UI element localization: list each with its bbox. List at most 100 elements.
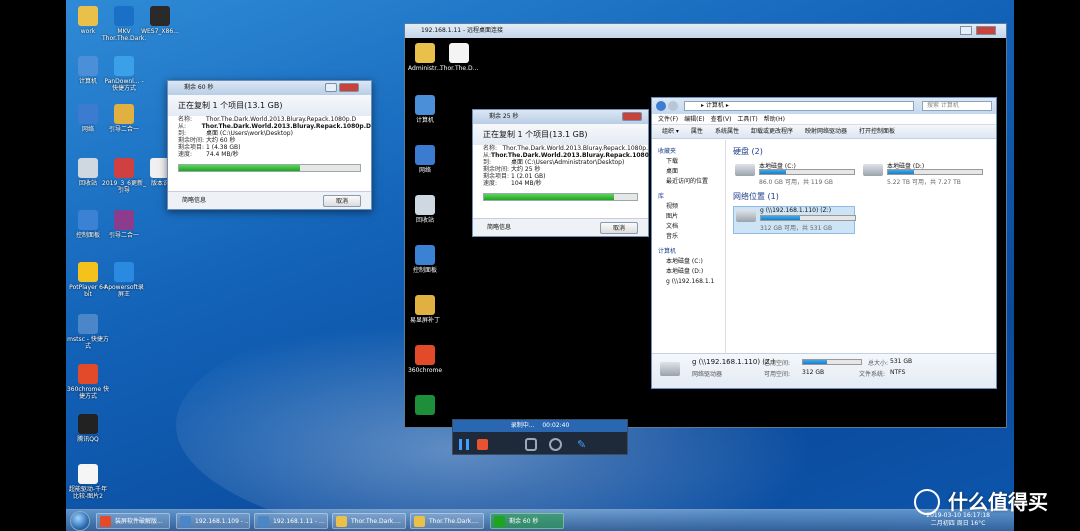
remote-desktop-icon[interactable]: Administr... [406,43,444,72]
nav-item[interactable]: 本地磁盘 (C:) [652,257,725,267]
nav-group[interactable]: 计算机 [652,247,725,257]
remote-title: 192.168.1.11 - 远程桌面连接 [421,27,504,34]
drive-item[interactable]: 本地磁盘 (D:) 5.22 TB 可用，共 7.27 TB [861,161,983,189]
desktop-icon-image [78,6,98,26]
nav-item[interactable]: 文档 [652,222,725,232]
desktop-icon-image [78,210,98,230]
screen-recorder-toolbar[interactable]: 录制中... 00:02:40 ✎ [452,419,628,455]
remote-copy-dialog[interactable]: 剩余 25 秒 正在复制 1 个项目(13.1 GB) 名称: Thor.The.… [472,109,655,237]
address-input[interactable]: ▸ 计算机 ▸ [684,101,914,111]
desktop-icon[interactable]: Apowersoft录屏王 [102,262,146,298]
desktop-icon[interactable]: 360chrome 快捷方式 [66,364,110,400]
taskbar-task[interactable]: Thor.The.Dark.... [410,513,484,529]
menu-item[interactable]: 工具(T) [737,116,757,123]
forward-icon[interactable] [668,101,678,111]
command-button[interactable]: 卸载或更改程序 [751,128,793,135]
command-button[interactable]: 系统属性 [715,128,739,135]
remote-cancel-button[interactable]: 取消 [600,222,638,234]
remote-desktop-area: Administr... Thor.The.D... 计算机 网络 回收站 控制面板 易显屏… [406,39,1005,426]
nav-item[interactable]: 下载 [652,157,725,167]
nav-item[interactable]: 本地磁盘 (D:) [652,267,725,277]
drive-item[interactable]: 本地磁盘 (C:) 86.0 GB 可用，共 119 GB [733,161,855,189]
local-copy-dialog[interactable]: 剩余 60 秒 正在复制 1 个项目(13.1 GB) 名称: Thor.The.… [167,80,372,210]
close-button[interactable] [339,83,359,92]
desktop-icon[interactable]: 腾讯QQ [66,414,110,443]
remote-close-button[interactable] [976,26,996,35]
remote-desktop-icon[interactable]: 计算机 [406,95,444,124]
desktop-icon[interactable]: 超能驱动-千年比较-图片2 [66,464,110,500]
taskbar-task[interactable]: Thor.The.Dark.... [332,513,406,529]
network-drive-item[interactable]: g (\\192.168.1.110) (Z:) 312 GB 可用，共 531… [733,206,856,234]
taskbar-task[interactable]: 剩余 60 秒 [490,513,564,529]
details-fs-label: 文件系统: [859,371,886,378]
menu-item[interactable]: 帮助(H) [764,116,785,123]
command-button[interactable]: 属性 [691,128,703,135]
desktop-icon[interactable]: PanDownl... - 快捷方式 [102,56,146,92]
brush-icon[interactable] [525,438,537,451]
remote-desktop-icon[interactable]: 360chrome [406,345,444,374]
nav-item[interactable]: 音乐 [652,232,725,242]
remote-desktop-icon[interactable]: 回收站 [406,195,444,224]
nav-item[interactable]: g (\\192.168.1.1 [652,277,725,287]
remote-desktop-icon[interactable] [406,395,444,417]
remote-desktop-icon[interactable]: 网络 [406,145,444,174]
desktop-icon-image [78,104,98,124]
remote-minimize-button[interactable] [960,26,972,35]
camera-icon[interactable] [549,438,562,451]
menu-item[interactable]: 编辑(E) [684,116,704,123]
details-fs-value: NTFS [890,369,906,376]
taskbar-task[interactable]: 192.168.1.11 - ... [254,513,328,529]
taskbar-task[interactable]: 装屏软件破解版... [96,513,170,529]
nav-group[interactable]: 收藏夹 [652,147,725,157]
start-button[interactable] [70,511,90,531]
remote-more-info-toggle[interactable]: 简略信息 [487,224,511,231]
desktop-icon[interactable]: WES7_X86... [138,6,182,35]
minimize-button[interactable] [325,83,337,92]
stop-icon[interactable] [477,439,488,450]
remote-desktop-icon[interactable]: Thor.The.D... [440,43,478,72]
remote-copy-close-button[interactable] [622,112,642,121]
desktop-icon-image [78,364,98,384]
desktop-icon[interactable]: 引导二合一 [102,210,146,239]
nav-item[interactable]: 视频 [652,202,725,212]
menu-item[interactable]: 查看(V) [711,116,732,123]
command-button[interactable]: 组织 ▾ [662,128,679,135]
remote-desktop-icon[interactable]: 易显屏补丁 [406,295,444,324]
remote-desktop-icon-image [415,295,435,315]
desktop-icon[interactable]: mstsc - 快捷方式 [66,314,110,350]
remote-copy-progress [483,193,638,201]
remote-desktop-icon[interactable]: 控制面板 [406,245,444,274]
copy-detail-key: 速度: [178,151,193,158]
menu-item[interactable]: 文件(F) [658,116,678,123]
remote-desktop-icon-image [415,195,435,215]
copy-detail-key: 从: [483,152,492,159]
back-icon[interactable] [656,101,666,111]
remote-copy-titlebar[interactable]: 剩余 25 秒 [473,110,648,124]
nav-group[interactable]: 库 [652,192,725,202]
local-copy-details: 名称: Thor.The.Dark.World.2013.Bluray.Repac… [168,116,371,158]
command-button[interactable]: 映射网络驱动器 [805,128,847,135]
remote-titlebar[interactable]: 192.168.1.11 - 远程桌面连接 [405,24,1006,38]
desktop-icon[interactable]: 引导二合一 [102,104,146,133]
remote-desktop-window[interactable]: 192.168.1.11 - 远程桌面连接 Administr... Thor.T… [404,23,1007,428]
section-network-locations: 网络位置 (1) [733,192,779,201]
search-input[interactable]: 搜索 计算机 [922,101,992,111]
nav-item[interactable]: 最近访问的位置 [652,177,725,187]
command-button[interactable]: 打开控制面板 [859,128,895,135]
desktop-icon-image [114,158,134,178]
explorer-window[interactable]: ▸ 计算机 ▸ 搜索 计算机 文件(F) 编辑(E) 查看(V) 工具(T) 帮助(H)… [651,97,997,389]
cancel-button[interactable]: 取消 [323,195,361,207]
nav-item[interactable]: 桌面 [652,167,725,177]
pen-icon[interactable]: ✎ [577,438,591,451]
pause-icon[interactable] [459,439,469,450]
local-copy-titlebar[interactable]: 剩余 60 秒 [168,81,371,95]
remote-desktop-icon-image [415,345,435,365]
nav-item[interactable]: 图片 [652,212,725,222]
details-pane: g (\\192.168.1.110) (Z:) 网络驱动器 已用空间: 可用空… [652,353,996,388]
taskbar-task[interactable]: 192.168.1.109 - ... [176,513,250,529]
navigation-pane: 收藏夹 下载 桌面 最近访问的位置库视频 图片 文档 音乐计算机 本地磁盘 (C:) 本地磁盘 … [652,140,726,353]
network-drive-usage-bar [760,215,856,221]
remote-desktop-icon-image [415,395,435,415]
copy-detail-key: 剩余项目: [178,144,205,151]
more-info-toggle[interactable]: 简略信息 [182,197,206,204]
